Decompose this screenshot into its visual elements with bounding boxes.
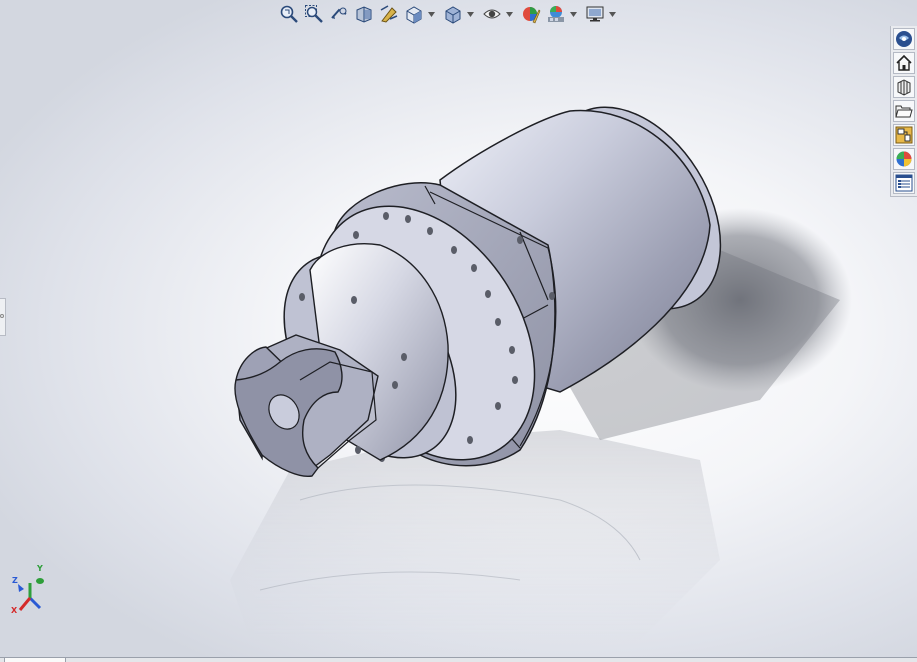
view-orientation-dropdown[interactable] — [428, 3, 435, 25]
appearances-scenes-icon[interactable] — [893, 148, 915, 170]
view-settings-dropdown[interactable] — [609, 3, 616, 25]
apply-scene-dropdown[interactable] — [570, 3, 577, 25]
triad-x-label: X — [11, 606, 18, 615]
hide-show-items-icon[interactable] — [481, 3, 503, 25]
zoom-to-area-icon[interactable] — [303, 3, 325, 25]
triad-z-label: Z — [12, 576, 18, 585]
custom-properties-icon[interactable] — [893, 172, 915, 194]
bottom-tab-bar — [0, 657, 917, 662]
display-style-dropdown[interactable] — [467, 3, 474, 25]
view-settings-icon[interactable] — [584, 3, 606, 25]
heads-up-view-toolbar — [278, 1, 620, 27]
solidworks-resources-icon[interactable] — [893, 28, 915, 50]
feature-manager-collapse-handle[interactable] — [0, 298, 6, 336]
section-view-icon[interactable] — [353, 3, 375, 25]
triad-y-label: Y — [37, 564, 43, 573]
view-palette-icon[interactable] — [893, 124, 915, 146]
display-style-icon[interactable] — [442, 3, 464, 25]
task-pane-tabs — [890, 26, 917, 197]
dynamic-annotation-icon[interactable] — [378, 3, 400, 25]
design-library-icon[interactable] — [893, 76, 915, 98]
file-explorer-icon[interactable] — [893, 100, 915, 122]
reference-triad: Y Z X — [8, 562, 48, 618]
model-tab[interactable] — [4, 658, 66, 662]
apply-scene-icon[interactable] — [545, 3, 567, 25]
graphics-area[interactable]: Y Z X — [0, 0, 917, 662]
home-icon[interactable] — [893, 52, 915, 74]
previous-view-icon[interactable] — [328, 3, 350, 25]
part-model[interactable] — [0, 0, 917, 662]
edit-appearance-icon[interactable] — [520, 3, 542, 25]
hide-show-items-dropdown[interactable] — [506, 3, 513, 25]
view-orientation-icon[interactable] — [403, 3, 425, 25]
zoom-to-fit-icon[interactable] — [278, 3, 300, 25]
